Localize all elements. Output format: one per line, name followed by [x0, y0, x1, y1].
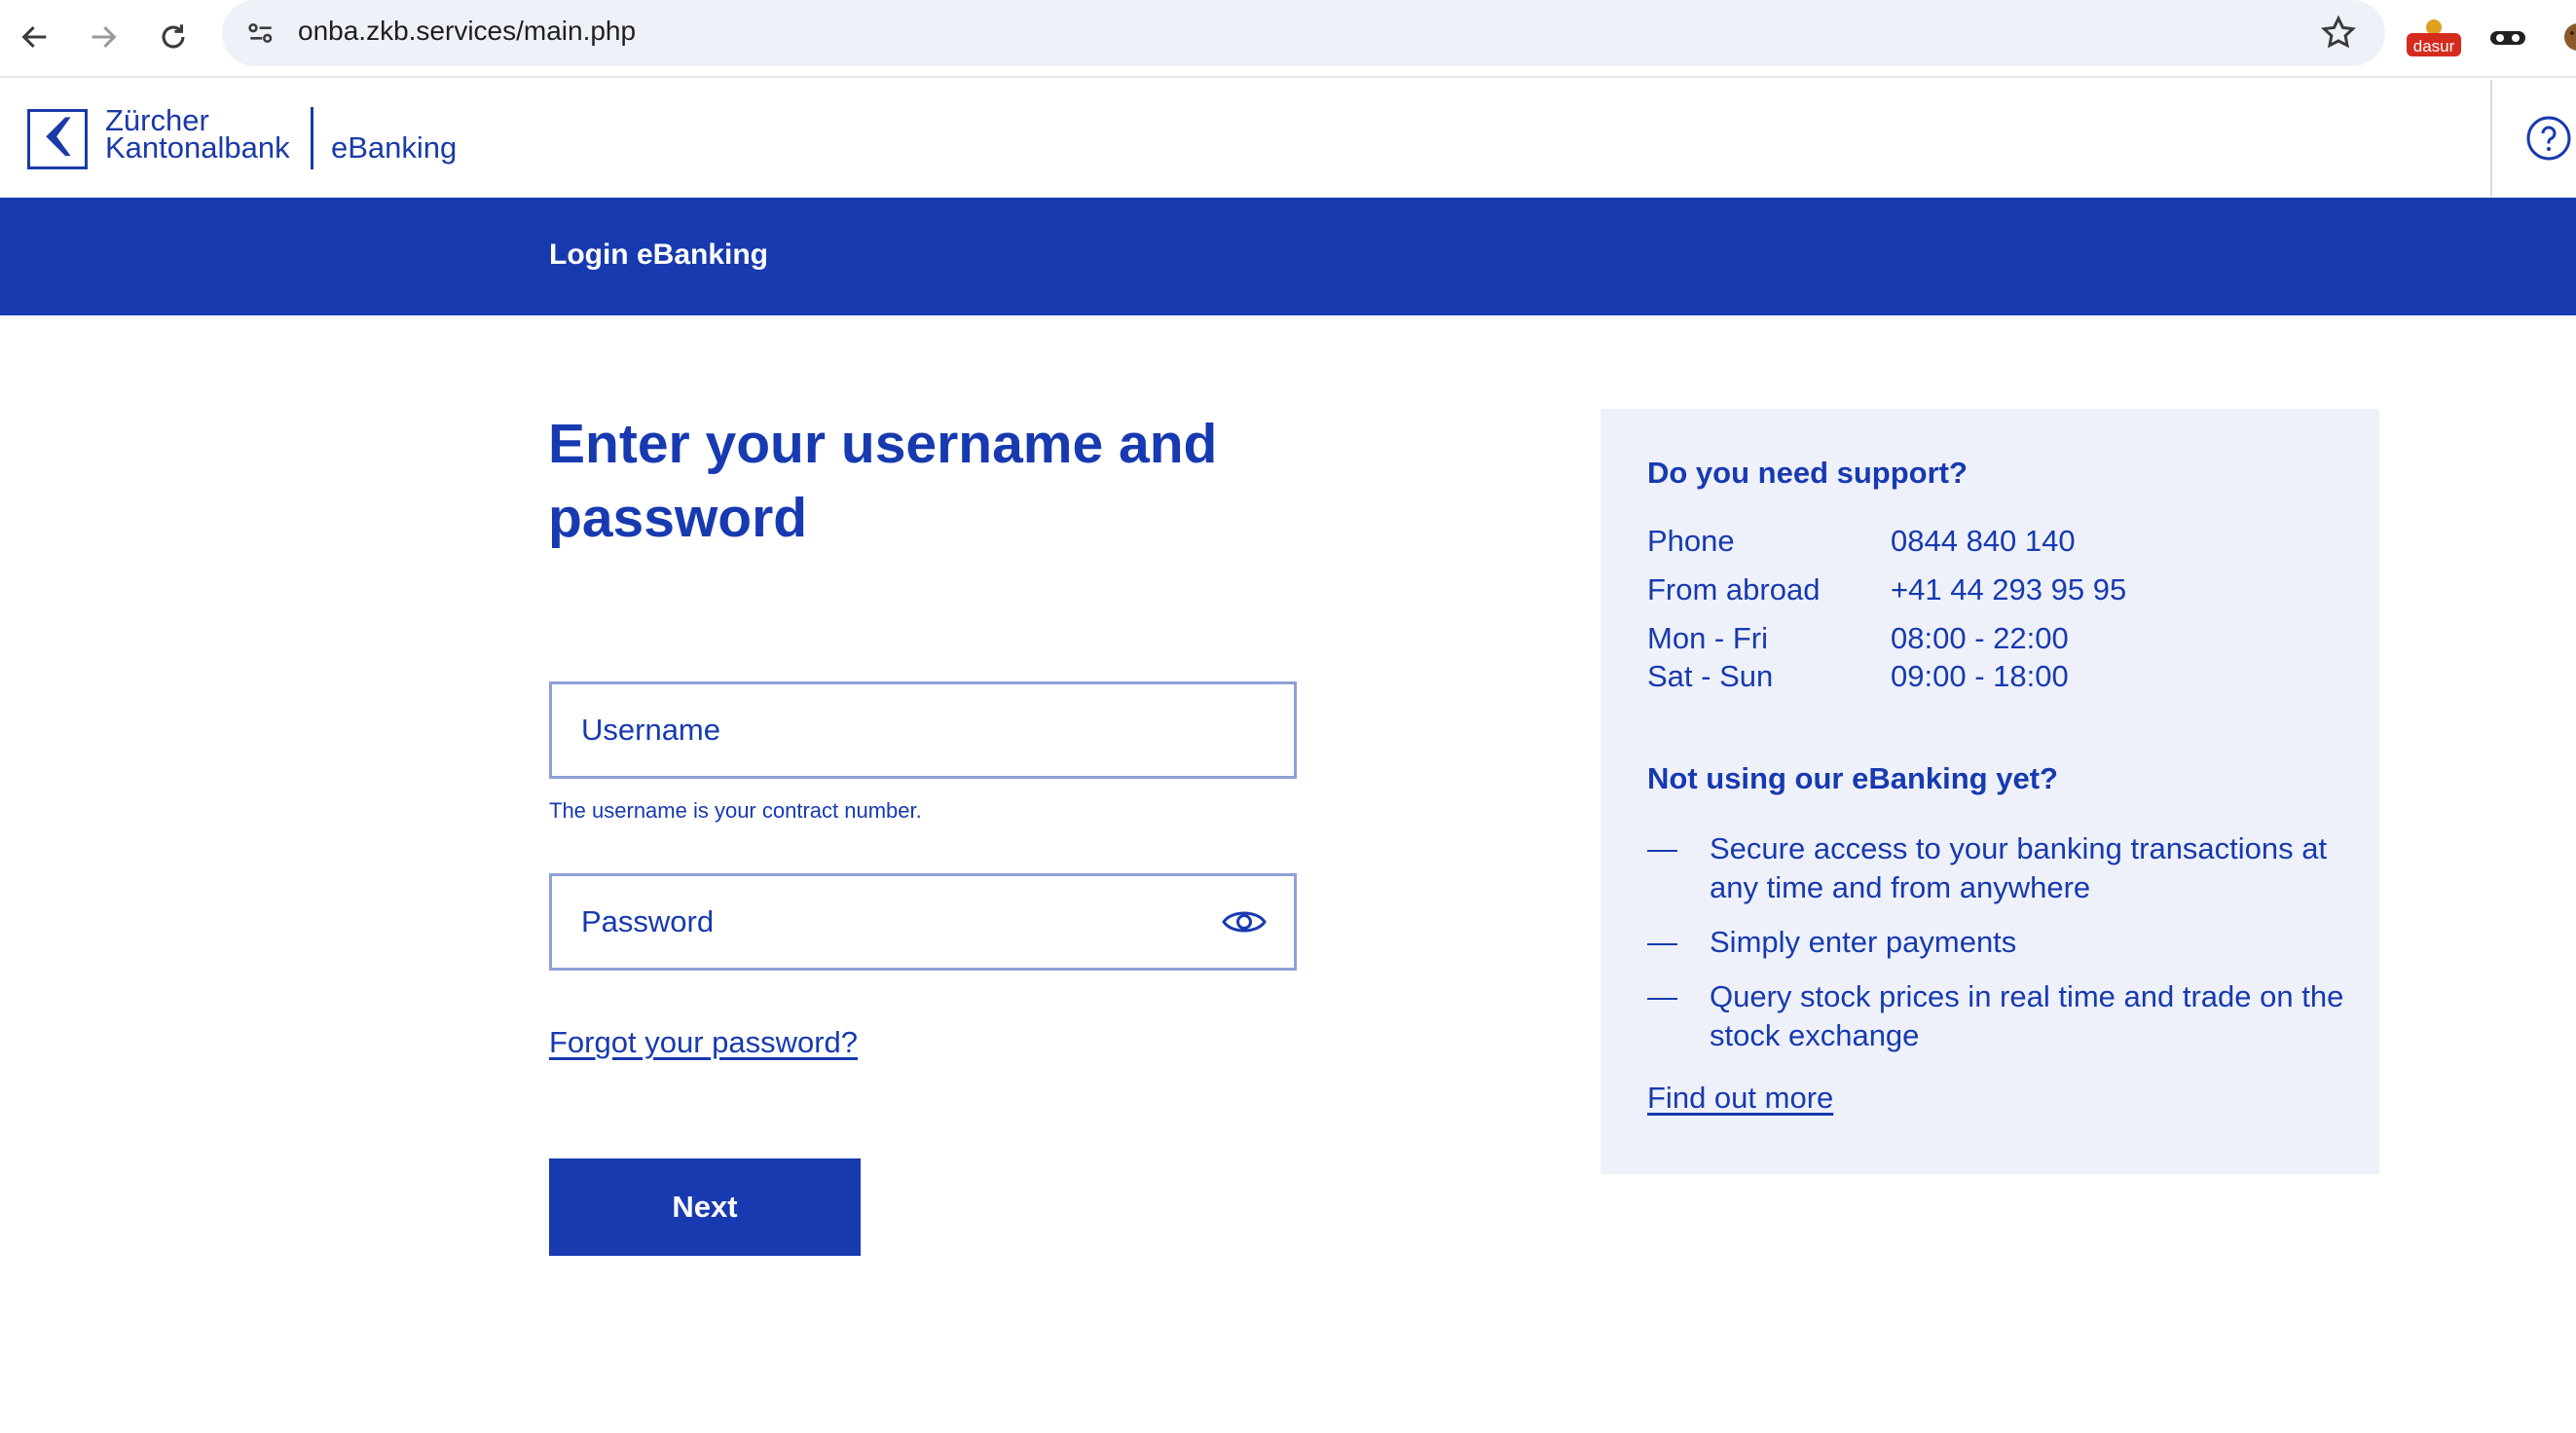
- bullet-dash: —: [1647, 979, 1677, 1013]
- password-input[interactable]: [552, 876, 1294, 968]
- bullet-dash: —: [1647, 831, 1677, 865]
- contact-label: Phone: [1647, 524, 1735, 558]
- contact-value: 08:00 - 22:00: [1891, 621, 2069, 655]
- next-button[interactable]: Next: [549, 1158, 861, 1256]
- url-text[interactable]: onba.zkb.services/main.php: [298, 16, 636, 47]
- back-button[interactable]: [10, 12, 60, 62]
- mask-extension-icon[interactable]: [2486, 14, 2529, 60]
- bullet-dash: —: [1647, 925, 1677, 959]
- bank-name: Zürcher Kantonalbank: [105, 105, 290, 165]
- password-field[interactable]: [549, 873, 1297, 971]
- dasur-extension-icon[interactable]: dasur: [2405, 14, 2463, 60]
- band-title: Login eBanking: [549, 239, 768, 271]
- svg-text:dasur: dasur: [2413, 37, 2455, 55]
- logo-divider: [311, 107, 313, 169]
- header-separator: [2490, 80, 2492, 197]
- contact-value[interactable]: 0844 840 140: [1891, 524, 2076, 559]
- promo-text: Secure access to your banking transactio…: [1710, 831, 2328, 904]
- help-icon[interactable]: [2525, 115, 2572, 162]
- product-name: eBanking: [331, 130, 458, 165]
- contact-value[interactable]: +41 44 293 95 95: [1891, 572, 2126, 607]
- username-input[interactable]: [552, 684, 1294, 776]
- title-band: Login eBanking: [0, 198, 2576, 315]
- username-field[interactable]: [549, 681, 1297, 779]
- bank-name-line2: Kantonalbank: [105, 130, 290, 165]
- contact-label: From abroad: [1647, 572, 1821, 606]
- show-password-eye-icon[interactable]: [1222, 905, 1267, 938]
- cookie-extension-icon[interactable]: [2558, 14, 2576, 60]
- reload-icon: [162, 24, 185, 49]
- bookmark-star-icon[interactable]: [2319, 14, 2358, 53]
- contact-label: Mon - Fri: [1647, 621, 1768, 655]
- page-title: Enter your username and password: [548, 413, 1218, 549]
- arrow-right-icon: [92, 25, 117, 49]
- support-panel: Do you need support? Phone 0844 840 140 …: [1601, 409, 2379, 1174]
- site-header: Zürcher Kantonalbank eBanking: [0, 80, 2576, 197]
- reload-button[interactable]: [148, 12, 199, 62]
- forward-button[interactable]: [78, 12, 129, 62]
- contact-value: 09:00 - 18:00: [1891, 659, 2069, 693]
- contact-label: Sat - Sun: [1647, 659, 1774, 693]
- username-hint: The username is your contract number.: [549, 798, 922, 823]
- zkb-logo-icon[interactable]: [27, 109, 88, 169]
- promo-text: Query stock prices in real time and trad…: [1710, 979, 2344, 1052]
- arrow-left-icon: [21, 25, 47, 49]
- forgot-password-link[interactable]: Forgot your password?: [549, 1025, 858, 1060]
- find-out-more-link[interactable]: Find out more: [1647, 1081, 1833, 1116]
- address-bar[interactable]: onba.zkb.services/main.php: [222, 0, 2385, 66]
- support-heading: Do you need support?: [1647, 456, 1968, 490]
- promo-heading: Not using our eBanking yet?: [1647, 761, 2058, 795]
- promo-text: Simply enter payments: [1710, 925, 2017, 959]
- browser-toolbar: onba.zkb.services/main.php dasur: [0, 0, 2576, 78]
- site-settings-icon[interactable]: [241, 14, 280, 53]
